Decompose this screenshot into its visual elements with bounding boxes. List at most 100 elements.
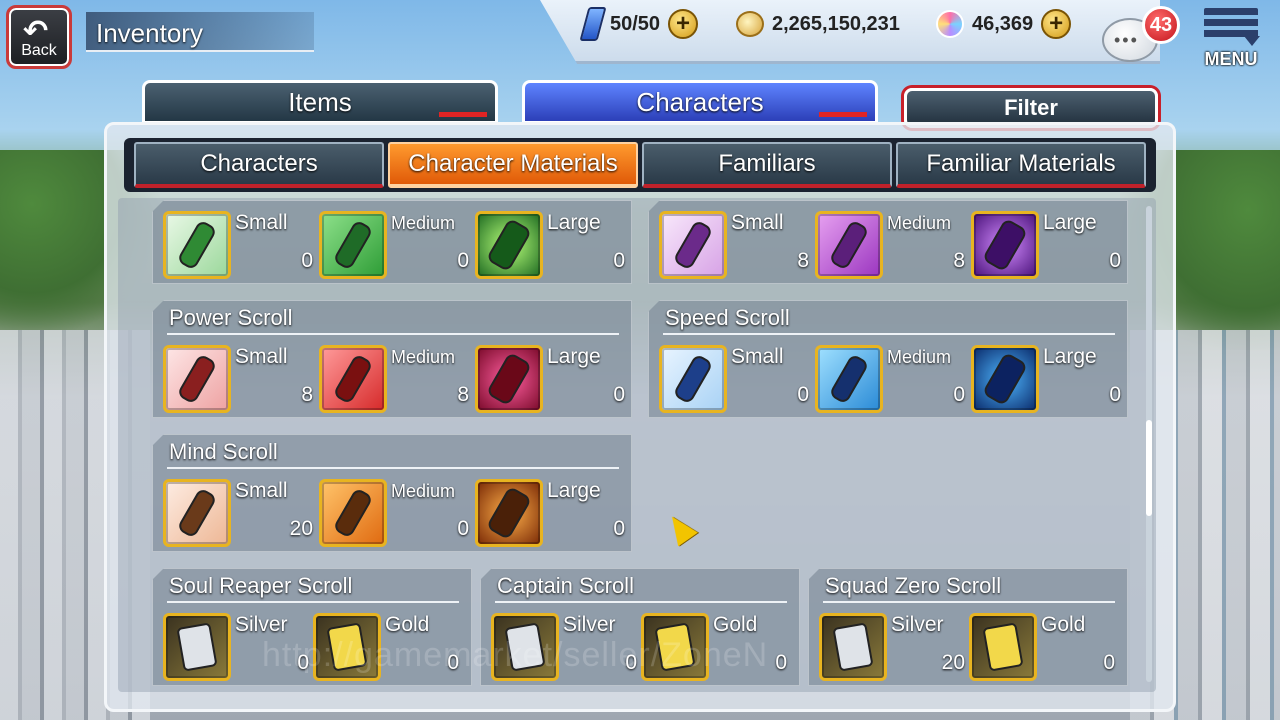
- card-divider: [167, 467, 619, 469]
- notification-badge: 43: [1142, 6, 1180, 44]
- speed-scroll-medium-icon: [815, 345, 883, 413]
- filter-label: Filter: [1004, 95, 1058, 120]
- menu-button[interactable]: MENU: [1196, 4, 1266, 70]
- card-title: Soul Reaper Scroll: [169, 573, 353, 598]
- slot-label: Small: [235, 479, 288, 502]
- material-slot[interactable]: Large 0: [971, 345, 1121, 415]
- material-slot[interactable]: Small 0: [659, 345, 809, 415]
- power-scroll-card: Power Scroll Small 8 Medium 8 Large 0: [152, 300, 632, 418]
- slot-label: Gold: [713, 613, 758, 636]
- slot-count: 0: [953, 383, 965, 406]
- card-title: Squad Zero Scroll: [825, 573, 1002, 598]
- add-stamina-button[interactable]: +: [668, 9, 699, 39]
- material-slot[interactable]: Large 0: [475, 211, 625, 281]
- slot-label: Medium: [391, 213, 456, 233]
- chat-button[interactable]: ••• 43: [1098, 6, 1180, 66]
- slot-label: Large: [547, 345, 601, 368]
- material-slot[interactable]: Medium 8: [319, 345, 469, 415]
- material-slot[interactable]: Small 8: [659, 211, 809, 281]
- tab-items-label: Items: [288, 86, 352, 117]
- material-slot[interactable]: Medium 0: [815, 345, 965, 415]
- material-slot[interactable]: Gold 0: [969, 613, 1115, 683]
- slot-label: Large: [1043, 345, 1097, 368]
- card-title: Speed Scroll: [665, 305, 790, 330]
- speed-scroll-card: Speed Scroll Small 0 Medium 0 Large 0: [648, 300, 1128, 418]
- watermark: http://gamemarket/seller/ZoneN: [262, 636, 769, 674]
- menu-caret-icon: [1244, 36, 1260, 46]
- tab-characters-label: Characters: [636, 86, 764, 117]
- soul-reaper-silver-icon: [163, 613, 231, 681]
- power-scroll-large-icon: [475, 345, 543, 413]
- material-slot[interactable]: Small 8: [163, 345, 313, 415]
- slot-count: 20: [289, 517, 313, 540]
- orb-value: 46,369: [972, 12, 1034, 35]
- slot-label: Gold: [385, 613, 430, 636]
- material-card: Small 0 Medium 0 Large 0: [152, 200, 632, 284]
- slot-count: 8: [797, 249, 809, 272]
- mind-scroll-small-icon: [163, 479, 231, 547]
- slot-label: Small: [235, 345, 288, 368]
- resource-bar: 50/50 + 2,265,150,231 46,369 +: [540, 0, 1160, 64]
- material-slot[interactable]: Small 20: [163, 479, 313, 549]
- slot-count: 0: [1103, 651, 1115, 674]
- card-divider: [495, 601, 787, 603]
- slot-label: Large: [547, 211, 601, 234]
- chat-dots-icon: •••: [1114, 30, 1139, 50]
- material-slot[interactable]: Medium 8: [815, 211, 965, 281]
- material-slot[interactable]: Silver 20: [819, 613, 965, 683]
- slot-label: Medium: [887, 213, 952, 233]
- slot-count: 0: [1109, 249, 1121, 272]
- purple-scroll-medium-icon: [815, 211, 883, 279]
- back-label: Back: [21, 42, 57, 59]
- tab-items[interactable]: Items: [142, 80, 498, 124]
- speed-scroll-large-icon: [971, 345, 1039, 413]
- material-slot[interactable]: Large 0: [971, 211, 1121, 281]
- scrollbar-thumb[interactable]: [1146, 420, 1152, 516]
- slot-label: Small: [731, 345, 784, 368]
- slot-count: 8: [457, 383, 469, 406]
- slot-label: Medium: [887, 347, 952, 367]
- tab-characters[interactable]: Characters: [522, 80, 878, 124]
- subtab-label: Familiar Materials: [926, 150, 1116, 177]
- slot-label: Silver: [563, 613, 616, 636]
- subtab-character-materials[interactable]: Character Materials: [388, 142, 638, 188]
- material-slot[interactable]: Large 0: [475, 345, 625, 415]
- green-scroll-medium-icon: [319, 211, 387, 279]
- squad-zero-gold-icon: [969, 613, 1037, 681]
- card-title: Power Scroll: [169, 305, 293, 330]
- material-slot[interactable]: Medium 0: [319, 211, 469, 281]
- slot-count: 0: [301, 249, 313, 272]
- stamina-value: 50/50: [610, 12, 661, 35]
- subtab-label: Characters: [200, 150, 318, 177]
- subtab-label: Character Materials: [408, 150, 618, 177]
- slot-count: 0: [457, 249, 469, 272]
- slot-count: 0: [1109, 383, 1121, 406]
- material-slot[interactable]: Small 0: [163, 211, 313, 281]
- gold-display: 2,265,150,231: [736, 8, 900, 40]
- slot-label: Gold: [1041, 613, 1086, 636]
- slot-label: Silver: [235, 613, 288, 636]
- page-title-bar: Inventory: [86, 12, 314, 52]
- card-divider: [167, 333, 619, 335]
- slot-count: 8: [953, 249, 965, 272]
- green-scroll-large-icon: [475, 211, 543, 279]
- slot-count: 0: [797, 383, 809, 406]
- coin-icon: [736, 11, 764, 37]
- purple-scroll-small-icon: [659, 211, 727, 279]
- slot-label: Large: [1043, 211, 1097, 234]
- material-slot[interactable]: Large 0: [475, 479, 625, 549]
- spirit-orb-icon: [936, 10, 964, 38]
- card-title: Mind Scroll: [169, 439, 278, 464]
- add-orbs-button[interactable]: +: [1041, 9, 1072, 39]
- subtab-characters[interactable]: Characters: [134, 142, 384, 188]
- slot-label: Silver: [891, 613, 944, 636]
- subtab-label: Familiars: [718, 150, 816, 177]
- material-slot[interactable]: Medium 0: [319, 479, 469, 549]
- stamina-display: 50/50 +: [579, 7, 699, 41]
- back-button[interactable]: ↶ Back: [6, 5, 72, 69]
- subtab-familiars[interactable]: Familiars: [642, 142, 892, 188]
- slot-label: Medium: [391, 347, 456, 367]
- squad-zero-silver-icon: [819, 613, 887, 681]
- subtab-familiar-materials[interactable]: Familiar Materials: [896, 142, 1146, 188]
- card-divider: [663, 333, 1115, 335]
